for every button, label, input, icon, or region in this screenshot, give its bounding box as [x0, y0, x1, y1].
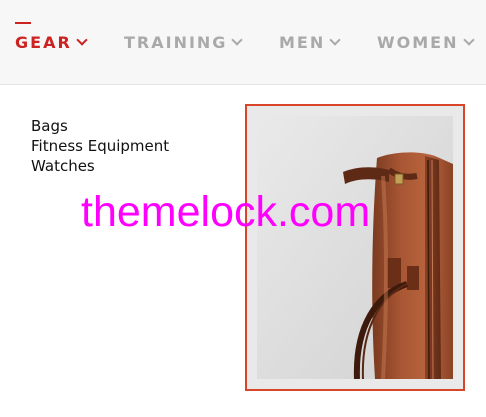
link-bags[interactable]: Bags — [31, 116, 169, 136]
nav-item-training[interactable]: TRAINING — [124, 32, 244, 52]
top-navigation: GEAR TRAINING MEN WOMEN — [0, 0, 486, 85]
active-indicator — [15, 22, 31, 24]
nav-item-men[interactable]: MEN — [279, 32, 341, 52]
chevron-down-icon — [231, 34, 244, 46]
nav-item-label: WOMEN — [377, 32, 459, 52]
chevron-down-icon — [76, 34, 88, 46]
gear-dropdown-menu: Bags Fitness Equipment Watches — [0, 85, 486, 417]
watermark-text: themelock.com — [81, 188, 371, 236]
nav-item-label: TRAINING — [124, 32, 228, 52]
chevron-down-icon — [329, 34, 341, 46]
nav-item-label: MEN — [279, 32, 326, 52]
link-watches[interactable]: Watches — [31, 156, 169, 176]
nav-item-label: GEAR — [15, 32, 72, 52]
promo-image — [257, 116, 453, 379]
nav-item-gear[interactable]: GEAR — [15, 32, 88, 52]
promo-image-frame[interactable] — [245, 104, 465, 391]
nav-item-women[interactable]: WOMEN — [377, 32, 475, 52]
chevron-down-icon — [462, 34, 475, 46]
brown-leather-bag-image — [257, 116, 453, 379]
category-link-list: Bags Fitness Equipment Watches — [31, 116, 169, 176]
link-fitness-equipment[interactable]: Fitness Equipment — [31, 136, 169, 156]
